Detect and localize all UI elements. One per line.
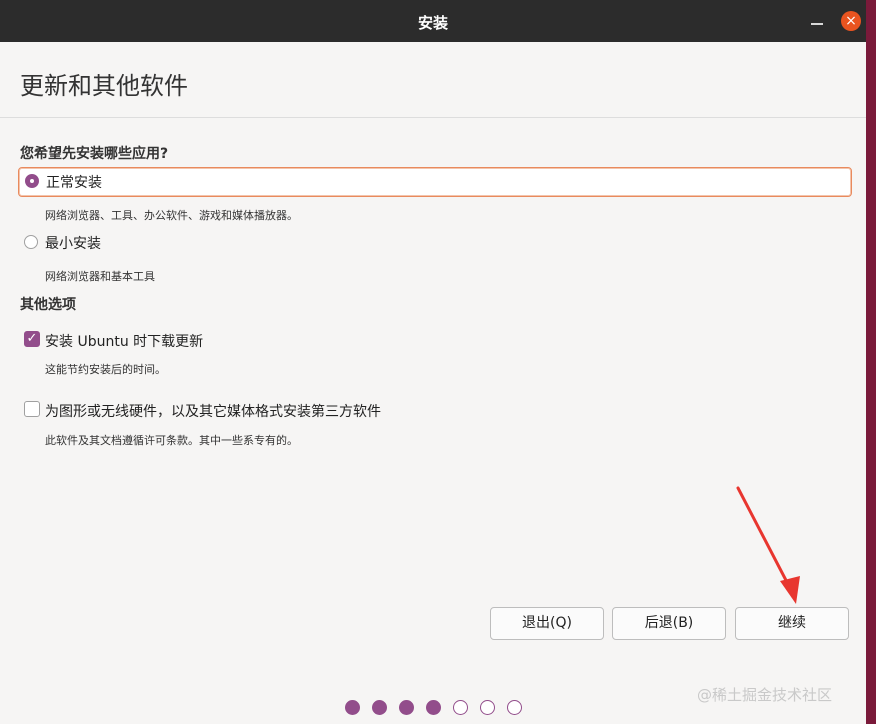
download-updates-label[interactable]: 安装 Ubuntu 时下载更新 xyxy=(45,331,203,351)
install-type-heading: 您希望先安装哪些应用? xyxy=(20,146,169,162)
page-title: 更新和其他软件 xyxy=(20,72,188,100)
minimal-install-description: 网络浏览器和基本工具 xyxy=(45,270,155,283)
progress-dot xyxy=(399,700,414,715)
normal-install-option[interactable]: 正常安装 xyxy=(18,167,852,197)
normal-install-radio[interactable] xyxy=(25,174,39,188)
continue-button[interactable]: 继续 xyxy=(735,607,849,640)
quit-button[interactable]: 退出(Q) xyxy=(490,607,604,640)
title-bar: 安装 × xyxy=(0,0,866,42)
window-title: 安装 xyxy=(417,14,448,32)
download-updates-description: 这能节约安装后的时间。 xyxy=(45,363,166,376)
installer-window: 安装 × 更新和其他软件 您希望先安装哪些应用? 正常安装 网络浏览器、工具、办… xyxy=(0,0,866,724)
watermark: @稀土掘金技术社区 xyxy=(697,686,833,704)
progress-dot xyxy=(453,700,468,715)
progress-dot xyxy=(426,700,441,715)
other-options-heading: 其他选项 xyxy=(20,297,76,313)
back-button[interactable]: 后退(B) xyxy=(612,607,726,640)
progress-dot xyxy=(507,700,522,715)
red-arrow-annotation xyxy=(736,486,800,604)
normal-install-label: 正常安装 xyxy=(46,175,102,191)
download-updates-checkbox[interactable]: ✓ xyxy=(24,331,40,347)
progress-dot xyxy=(345,700,360,715)
progress-dot xyxy=(480,700,495,715)
divider xyxy=(0,117,866,118)
third-party-software-label[interactable]: 为图形或无线硬件，以及其它媒体格式安装第三方软件 xyxy=(45,401,381,421)
progress-dot xyxy=(372,700,387,715)
minimal-install-label: 最小安装 xyxy=(45,236,101,252)
minimize-icon[interactable] xyxy=(808,12,826,30)
close-icon[interactable]: × xyxy=(841,11,861,31)
third-party-software-description: 此软件及其文档遵循许可条款。其中一些系专有的。 xyxy=(45,434,298,447)
minimal-install-option[interactable]: 最小安装 xyxy=(18,229,218,257)
third-party-software-checkbox[interactable] xyxy=(24,401,40,417)
normal-install-description: 网络浏览器、工具、办公软件、游戏和媒体播放器。 xyxy=(45,209,298,222)
minimal-install-radio[interactable] xyxy=(24,235,38,249)
